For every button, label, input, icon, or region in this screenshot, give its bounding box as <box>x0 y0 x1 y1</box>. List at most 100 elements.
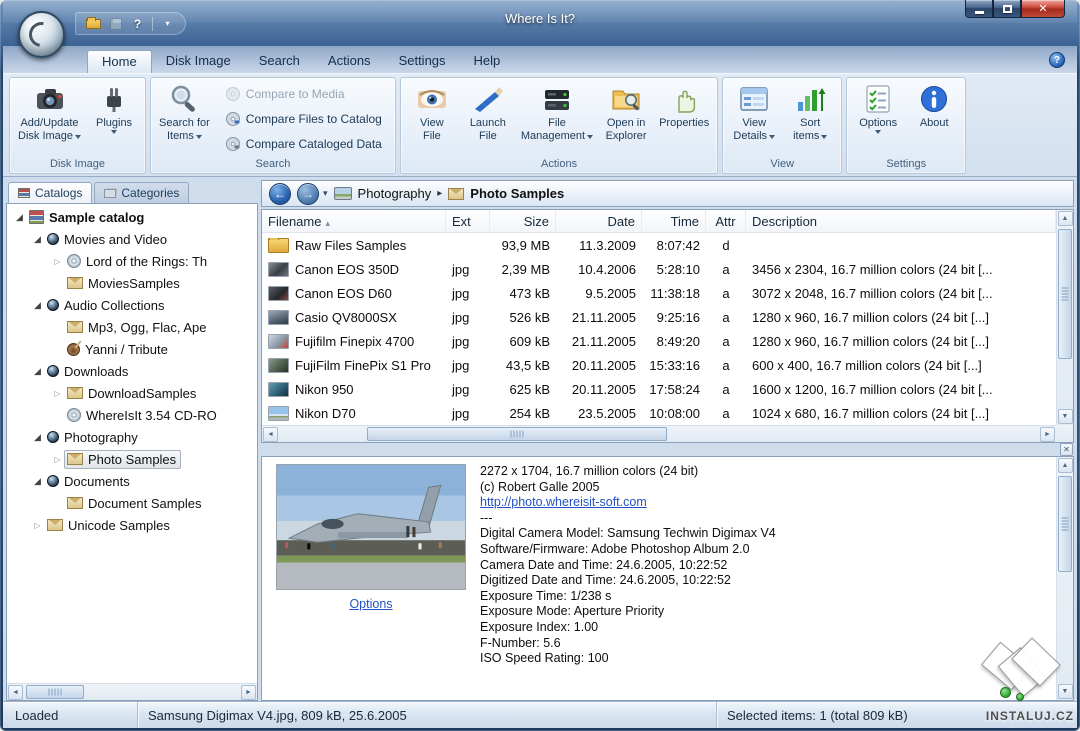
minimize-button[interactable] <box>965 0 993 18</box>
plugins-button[interactable]: Plugins <box>86 80 142 158</box>
breadcrumb-parent[interactable]: Photography <box>358 186 432 201</box>
close-preview-button[interactable]: ✕ <box>1060 443 1073 456</box>
ribbon-help-button[interactable]: ? <box>1049 52 1065 68</box>
tree-item[interactable]: Mp3, Ogg, Flac, Ape <box>7 316 257 338</box>
ribbon-tab[interactable]: Actions <box>314 50 385 73</box>
tree-item[interactable]: Lord of the Rings: Th <box>7 250 257 272</box>
breadcrumb-separator-icon[interactable]: ▸ <box>437 188 442 199</box>
open-catalog-button[interactable] <box>84 15 103 33</box>
scroll-right-icon[interactable]: ► <box>1040 427 1055 442</box>
breadcrumb-current[interactable]: Photo Samples <box>470 186 564 201</box>
tree-item[interactable]: Photo Samples <box>7 448 257 470</box>
file-row[interactable]: Canon EOS 350D jpg 2,39 MB 10.4.2006 5:2… <box>262 257 1056 281</box>
tree-item[interactable]: Unicode Samples <box>7 514 257 536</box>
scrollbar-thumb[interactable] <box>1058 229 1072 359</box>
tree-expander-icon[interactable] <box>31 520 44 530</box>
app-logo-orb[interactable] <box>18 11 65 58</box>
save-button[interactable] <box>106 15 125 33</box>
forward-button[interactable]: → <box>297 183 319 205</box>
tree-expander-icon[interactable] <box>31 300 44 311</box>
file-row[interactable]: FujiFilm FinePix S1 Pro jpg 43,5 kB 20.1… <box>262 353 1056 377</box>
sidebar-horizontal-scrollbar[interactable]: ◄ ► <box>7 683 257 700</box>
tree-item[interactable]: WhereIsIt 3.54 CD-RO <box>7 404 257 426</box>
file-row[interactable]: Nikon D70 jpg 254 kB 23.5.2005 10:08:00 … <box>262 401 1056 425</box>
compare-files-to-catalog-button[interactable]: Compare Files to Catalog <box>219 108 388 129</box>
tree-item[interactable]: MoviesSamples <box>7 272 257 294</box>
tree-expander-icon[interactable] <box>51 256 64 266</box>
close-button[interactable]: ✕ <box>1021 0 1065 18</box>
tree-expander-icon[interactable] <box>31 366 44 377</box>
compare-to-media-button[interactable]: Compare to Media <box>219 84 388 105</box>
scroll-left-icon[interactable]: ◄ <box>263 427 278 442</box>
preview-splitter[interactable]: ✕ <box>261 443 1074 456</box>
scroll-up-icon[interactable]: ▲ <box>1058 211 1073 226</box>
context-help-button[interactable]: ? <box>128 15 147 33</box>
tree-item[interactable]: Documents <box>7 470 257 492</box>
qat-customize-button[interactable]: ▾ <box>158 15 177 33</box>
file-row[interactable]: Nikon 950 jpg 625 kB 20.11.2005 17:58:24… <box>262 377 1056 401</box>
preview-options-link[interactable]: Options <box>349 597 392 611</box>
column-header[interactable]: Attr <box>706 210 746 232</box>
search-for-items-button[interactable]: Search for Items <box>154 80 215 158</box>
tree-expander-icon[interactable] <box>31 432 44 443</box>
column-header[interactable]: Size <box>490 210 556 232</box>
column-header[interactable]: Filename <box>262 210 446 232</box>
file-list-vertical-scrollbar[interactable]: ▲ ▼ <box>1056 210 1073 425</box>
view-details-button[interactable]: View Details <box>726 80 782 158</box>
column-header[interactable]: Date <box>556 210 642 232</box>
tree-item[interactable]: Downloads <box>7 360 257 382</box>
file-row[interactable]: Raw Files Samples 93,9 MB 11.3.2009 8:07… <box>262 233 1056 257</box>
launch-file-button[interactable]: Launch File <box>460 80 516 158</box>
history-dropdown-icon[interactable]: ▾ <box>323 188 328 199</box>
about-button[interactable]: About <box>906 80 962 158</box>
tree-expander-icon[interactable] <box>13 212 26 223</box>
preview-image[interactable] <box>276 464 466 590</box>
file-row[interactable]: Fujifilm Finepix 4700 jpg 609 kB 21.11.2… <box>262 329 1056 353</box>
sidebar-tab[interactable]: Categories <box>94 182 189 203</box>
ribbon-tab[interactable]: Settings <box>385 50 460 73</box>
ribbon-tab[interactable]: Home <box>87 50 152 73</box>
add-update-disk-image-button[interactable]: Add/Update Disk Image <box>13 80 86 158</box>
tree-item[interactable]: Sample catalog <box>7 206 257 228</box>
file-attr: a <box>706 262 746 277</box>
tree-item[interactable]: Document Samples <box>7 492 257 514</box>
back-button[interactable]: ← <box>269 183 291 205</box>
properties-button[interactable]: Properties <box>654 80 714 158</box>
ribbon-tab[interactable]: Help <box>460 50 515 73</box>
ribbon-tab[interactable]: Disk Image <box>152 50 245 73</box>
titlebar[interactable]: ? ▾ Where Is It? ✕ <box>3 0 1077 46</box>
tree-expander-icon[interactable] <box>31 234 44 245</box>
column-header[interactable]: Time <box>642 210 706 232</box>
preview-vertical-scrollbar[interactable]: ▲ ▼ <box>1056 457 1073 700</box>
file-row[interactable]: Canon EOS D60 jpg 473 kB 9.5.2005 11:38:… <box>262 281 1056 305</box>
tree-expander-icon[interactable] <box>51 454 64 464</box>
scroll-right-icon[interactable]: ► <box>241 685 256 700</box>
view-file-button[interactable]: View File <box>404 80 460 158</box>
sidebar-tab[interactable]: Catalogs <box>8 182 92 203</box>
tree-item[interactable]: Audio Collections <box>7 294 257 316</box>
column-header[interactable]: Ext <box>446 210 490 232</box>
scroll-left-icon[interactable]: ◄ <box>8 685 23 700</box>
tree-expander-icon[interactable] <box>51 388 64 398</box>
file-list-horizontal-scrollbar[interactable]: ◄ ► <box>262 425 1056 442</box>
tree-item[interactable]: DownloadSamples <box>7 382 257 404</box>
file-management-button[interactable]: File Management <box>516 80 598 158</box>
scrollbar-thumb[interactable] <box>26 685 84 699</box>
compare-cataloged-data-button[interactable]: Compare Cataloged Data <box>219 133 388 154</box>
tree-item[interactable]: Movies and Video <box>7 228 257 250</box>
tree-item[interactable]: Yanni / Tribute <box>7 338 257 360</box>
column-header[interactable]: Description <box>746 210 1056 232</box>
maximize-button[interactable] <box>993 0 1021 18</box>
scrollbar-thumb[interactable] <box>1058 476 1072 572</box>
scroll-up-icon[interactable]: ▲ <box>1058 458 1073 473</box>
ribbon-tab[interactable]: Search <box>245 50 314 73</box>
scroll-down-icon[interactable]: ▼ <box>1058 684 1073 699</box>
tree-expander-icon[interactable] <box>31 476 44 487</box>
scroll-down-icon[interactable]: ▼ <box>1058 409 1073 424</box>
file-row[interactable]: Casio QV8000SX jpg 526 kB 21.11.2005 9:2… <box>262 305 1056 329</box>
sort-items-button[interactable]: Sort items <box>782 80 838 158</box>
tree-item[interactable]: Photography <box>7 426 257 448</box>
options-button[interactable]: Options <box>850 80 906 158</box>
scrollbar-thumb[interactable] <box>367 427 667 441</box>
open-in-explorer-button[interactable]: Open in Explorer <box>598 80 654 158</box>
